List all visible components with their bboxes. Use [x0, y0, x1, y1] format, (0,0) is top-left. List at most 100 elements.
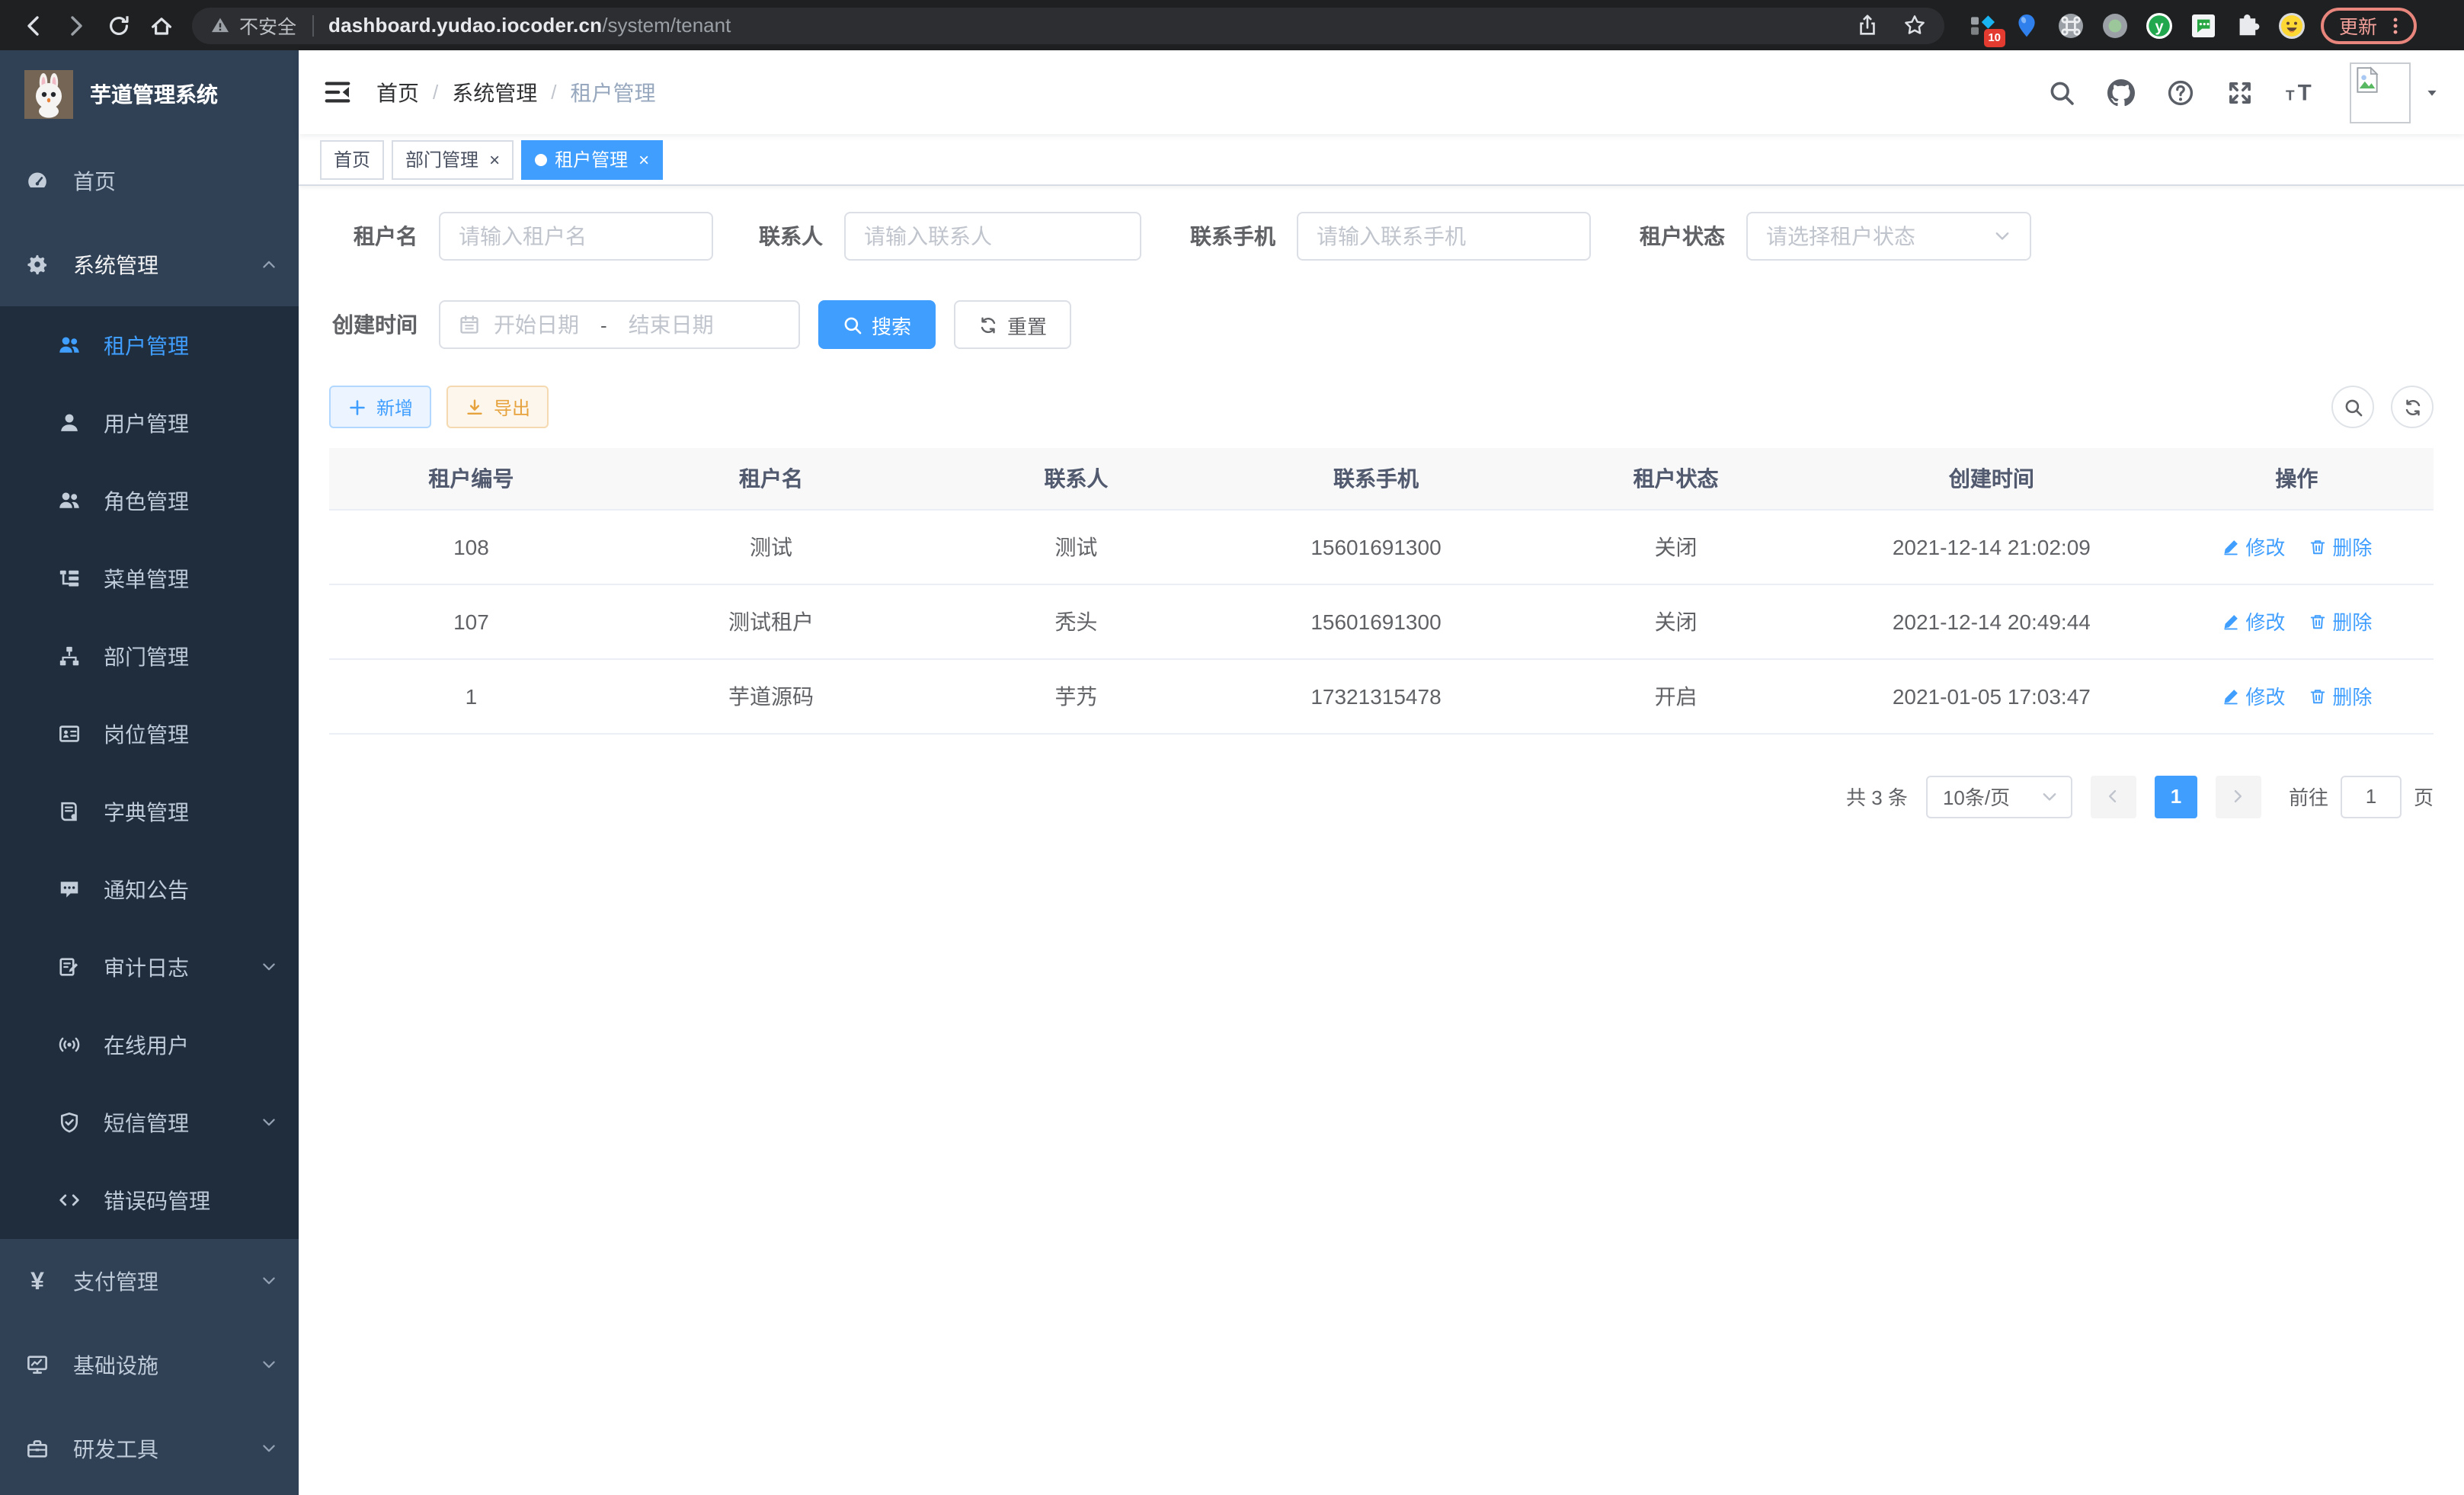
header-search-icon[interactable] [2048, 78, 2075, 106]
extensions-puzzle-icon[interactable] [2234, 11, 2261, 39]
font-size-icon[interactable] [2286, 78, 2318, 106]
screen: 不安全 dashboard.yudao.iocoder.cn/system/te… [0, 0, 2464, 1495]
sidebar-item-departments[interactable]: 部门管理 [0, 617, 299, 695]
phone-input[interactable] [1317, 224, 1571, 248]
col-created: 创建时间 [1823, 448, 2160, 509]
table-row: 107 测试租户 秃头 15601691300 关闭 2021-12-14 20… [329, 584, 2434, 658]
delete-link[interactable]: 删除 [2308, 681, 2372, 710]
address-bar[interactable]: 不安全 dashboard.yudao.iocoder.cn/system/te… [192, 7, 1944, 43]
sidebar-item-dev-tools[interactable]: 研发工具 [0, 1407, 299, 1490]
post-card-icon [58, 722, 81, 745]
search-button[interactable]: 搜索 [818, 300, 936, 349]
extension-record-icon[interactable] [2101, 11, 2129, 39]
online-signal-icon [58, 1033, 81, 1056]
breadcrumb-home[interactable]: 首页 [376, 77, 419, 107]
breadcrumb-system[interactable]: 系统管理 [452, 77, 537, 107]
tab-tenant[interactable]: 租户管理 × [521, 139, 663, 179]
close-icon[interactable]: × [489, 150, 500, 168]
sidebar-item-payment[interactable]: ¥ 支付管理 [0, 1239, 299, 1323]
date-range-separator: - [600, 313, 607, 336]
col-status: 租户状态 [1528, 448, 1823, 509]
sidebar-item-sms[interactable]: 短信管理 [0, 1084, 299, 1161]
sidebar-item-users[interactable]: 用户管理 [0, 384, 299, 462]
shield-check-icon [58, 1111, 81, 1134]
status-select[interactable]: 请选择租户状态 [1746, 212, 2031, 261]
browser-back-button[interactable] [12, 4, 55, 46]
user-avatar-menu[interactable] [2350, 62, 2440, 123]
chevron-up-icon [261, 256, 277, 273]
cell-status: 关闭 [1528, 584, 1823, 658]
chevron-down-icon [261, 1356, 277, 1373]
bookmark-star-icon[interactable] [1903, 14, 1926, 37]
delete-link[interactable]: 删除 [2308, 607, 2372, 635]
sidebar-item-dict[interactable]: 字典管理 [0, 773, 299, 850]
close-icon[interactable]: × [638, 150, 649, 168]
start-date-placeholder: 开始日期 [494, 309, 579, 340]
sidebar-item-home[interactable]: 首页 [0, 139, 299, 222]
contact-input[interactable] [864, 224, 1122, 248]
tab-departments[interactable]: 部门管理 × [392, 139, 514, 179]
add-button[interactable]: 新增 [329, 386, 431, 428]
prev-page-button[interactable] [2091, 775, 2136, 818]
extension-emoji-icon[interactable] [2278, 11, 2306, 39]
sidebar-item-notice[interactable]: 通知公告 [0, 850, 299, 928]
browser-forward-button[interactable] [55, 4, 98, 46]
fullscreen-icon[interactable] [2226, 78, 2254, 106]
extension-pin-icon[interactable]: 10 [1969, 11, 1996, 39]
github-icon[interactable] [2107, 78, 2135, 106]
toggle-search-button[interactable] [2331, 386, 2374, 428]
extension-y-icon[interactable] [2146, 11, 2173, 39]
sidebar-item-error-codes[interactable]: 错误码管理 [0, 1161, 299, 1239]
docs-help-icon[interactable] [2167, 78, 2194, 106]
browser-home-button[interactable] [140, 4, 183, 46]
col-tenant-name: 租户名 [613, 448, 929, 509]
sidebar-collapse-icon[interactable] [323, 78, 352, 107]
chrome-update-menu-button[interactable]: 更新 [2321, 7, 2417, 43]
table-header-row: 租户编号 租户名 联系人 联系手机 租户状态 创建时间 操作 [329, 448, 2434, 509]
sidebar-item-infrastructure[interactable]: 基础设施 [0, 1323, 299, 1407]
cell-phone: 15601691300 [1224, 509, 1528, 584]
next-page-button[interactable] [2216, 775, 2261, 818]
arrow-right-icon [2230, 788, 2247, 805]
sidebar-item-online-users[interactable]: 在线用户 [0, 1006, 299, 1084]
browser-reload-button[interactable] [98, 4, 140, 46]
page-size-select[interactable]: 10条/页 [1926, 775, 2072, 818]
pencil-icon [2221, 687, 2239, 705]
tenant-name-input[interactable] [459, 224, 693, 248]
app-logo[interactable]: 芋道管理系统 [0, 50, 299, 139]
security-label[interactable]: 不安全 [239, 11, 296, 40]
cell-name: 测试 [613, 509, 929, 584]
delete-link[interactable]: 删除 [2308, 532, 2372, 561]
goto-label: 前往 [2289, 782, 2328, 811]
goto-page-input[interactable] [2341, 775, 2402, 818]
reset-button[interactable]: 重置 [954, 300, 1071, 349]
extension-command-icon[interactable] [2057, 11, 2085, 39]
sidebar-item-system[interactable]: 系统管理 [0, 222, 299, 306]
sidebar-item-audit-log[interactable]: 审计日志 [0, 928, 299, 1006]
col-actions: 操作 [2160, 448, 2434, 509]
search-icon [843, 315, 862, 335]
end-date-placeholder: 结束日期 [629, 309, 714, 340]
sidebar-item-posts[interactable]: 岗位管理 [0, 695, 299, 773]
kebab-menu-icon [2385, 14, 2406, 36]
share-icon[interactable] [1856, 14, 1879, 37]
table-row: 1 芋道源码 芋艿 17321315478 开启 2021-01-05 17:0… [329, 658, 2434, 733]
export-button[interactable]: 导出 [446, 386, 549, 428]
sidebar-item-menus[interactable]: 菜单管理 [0, 539, 299, 617]
pencil-icon [2221, 537, 2239, 555]
avatar[interactable] [2350, 62, 2411, 123]
refresh-table-button[interactable] [2391, 386, 2434, 428]
sidebar-item-tenant[interactable]: 租户管理 [0, 306, 299, 384]
extension-chat-icon[interactable] [2190, 11, 2217, 39]
cell-phone: 15601691300 [1224, 584, 1528, 658]
sidebar-item-roles[interactable]: 角色管理 [0, 462, 299, 539]
extension-balloon-icon[interactable] [2013, 11, 2040, 39]
col-contact: 联系人 [929, 448, 1224, 509]
edit-link[interactable]: 修改 [2221, 607, 2285, 635]
edit-link[interactable]: 修改 [2221, 532, 2285, 561]
active-dot [535, 153, 547, 165]
page-1-button[interactable]: 1 [2155, 775, 2197, 818]
edit-link[interactable]: 修改 [2221, 681, 2285, 710]
tab-home[interactable]: 首页 [320, 139, 384, 179]
date-range-picker[interactable]: 开始日期 - 结束日期 [439, 300, 800, 349]
